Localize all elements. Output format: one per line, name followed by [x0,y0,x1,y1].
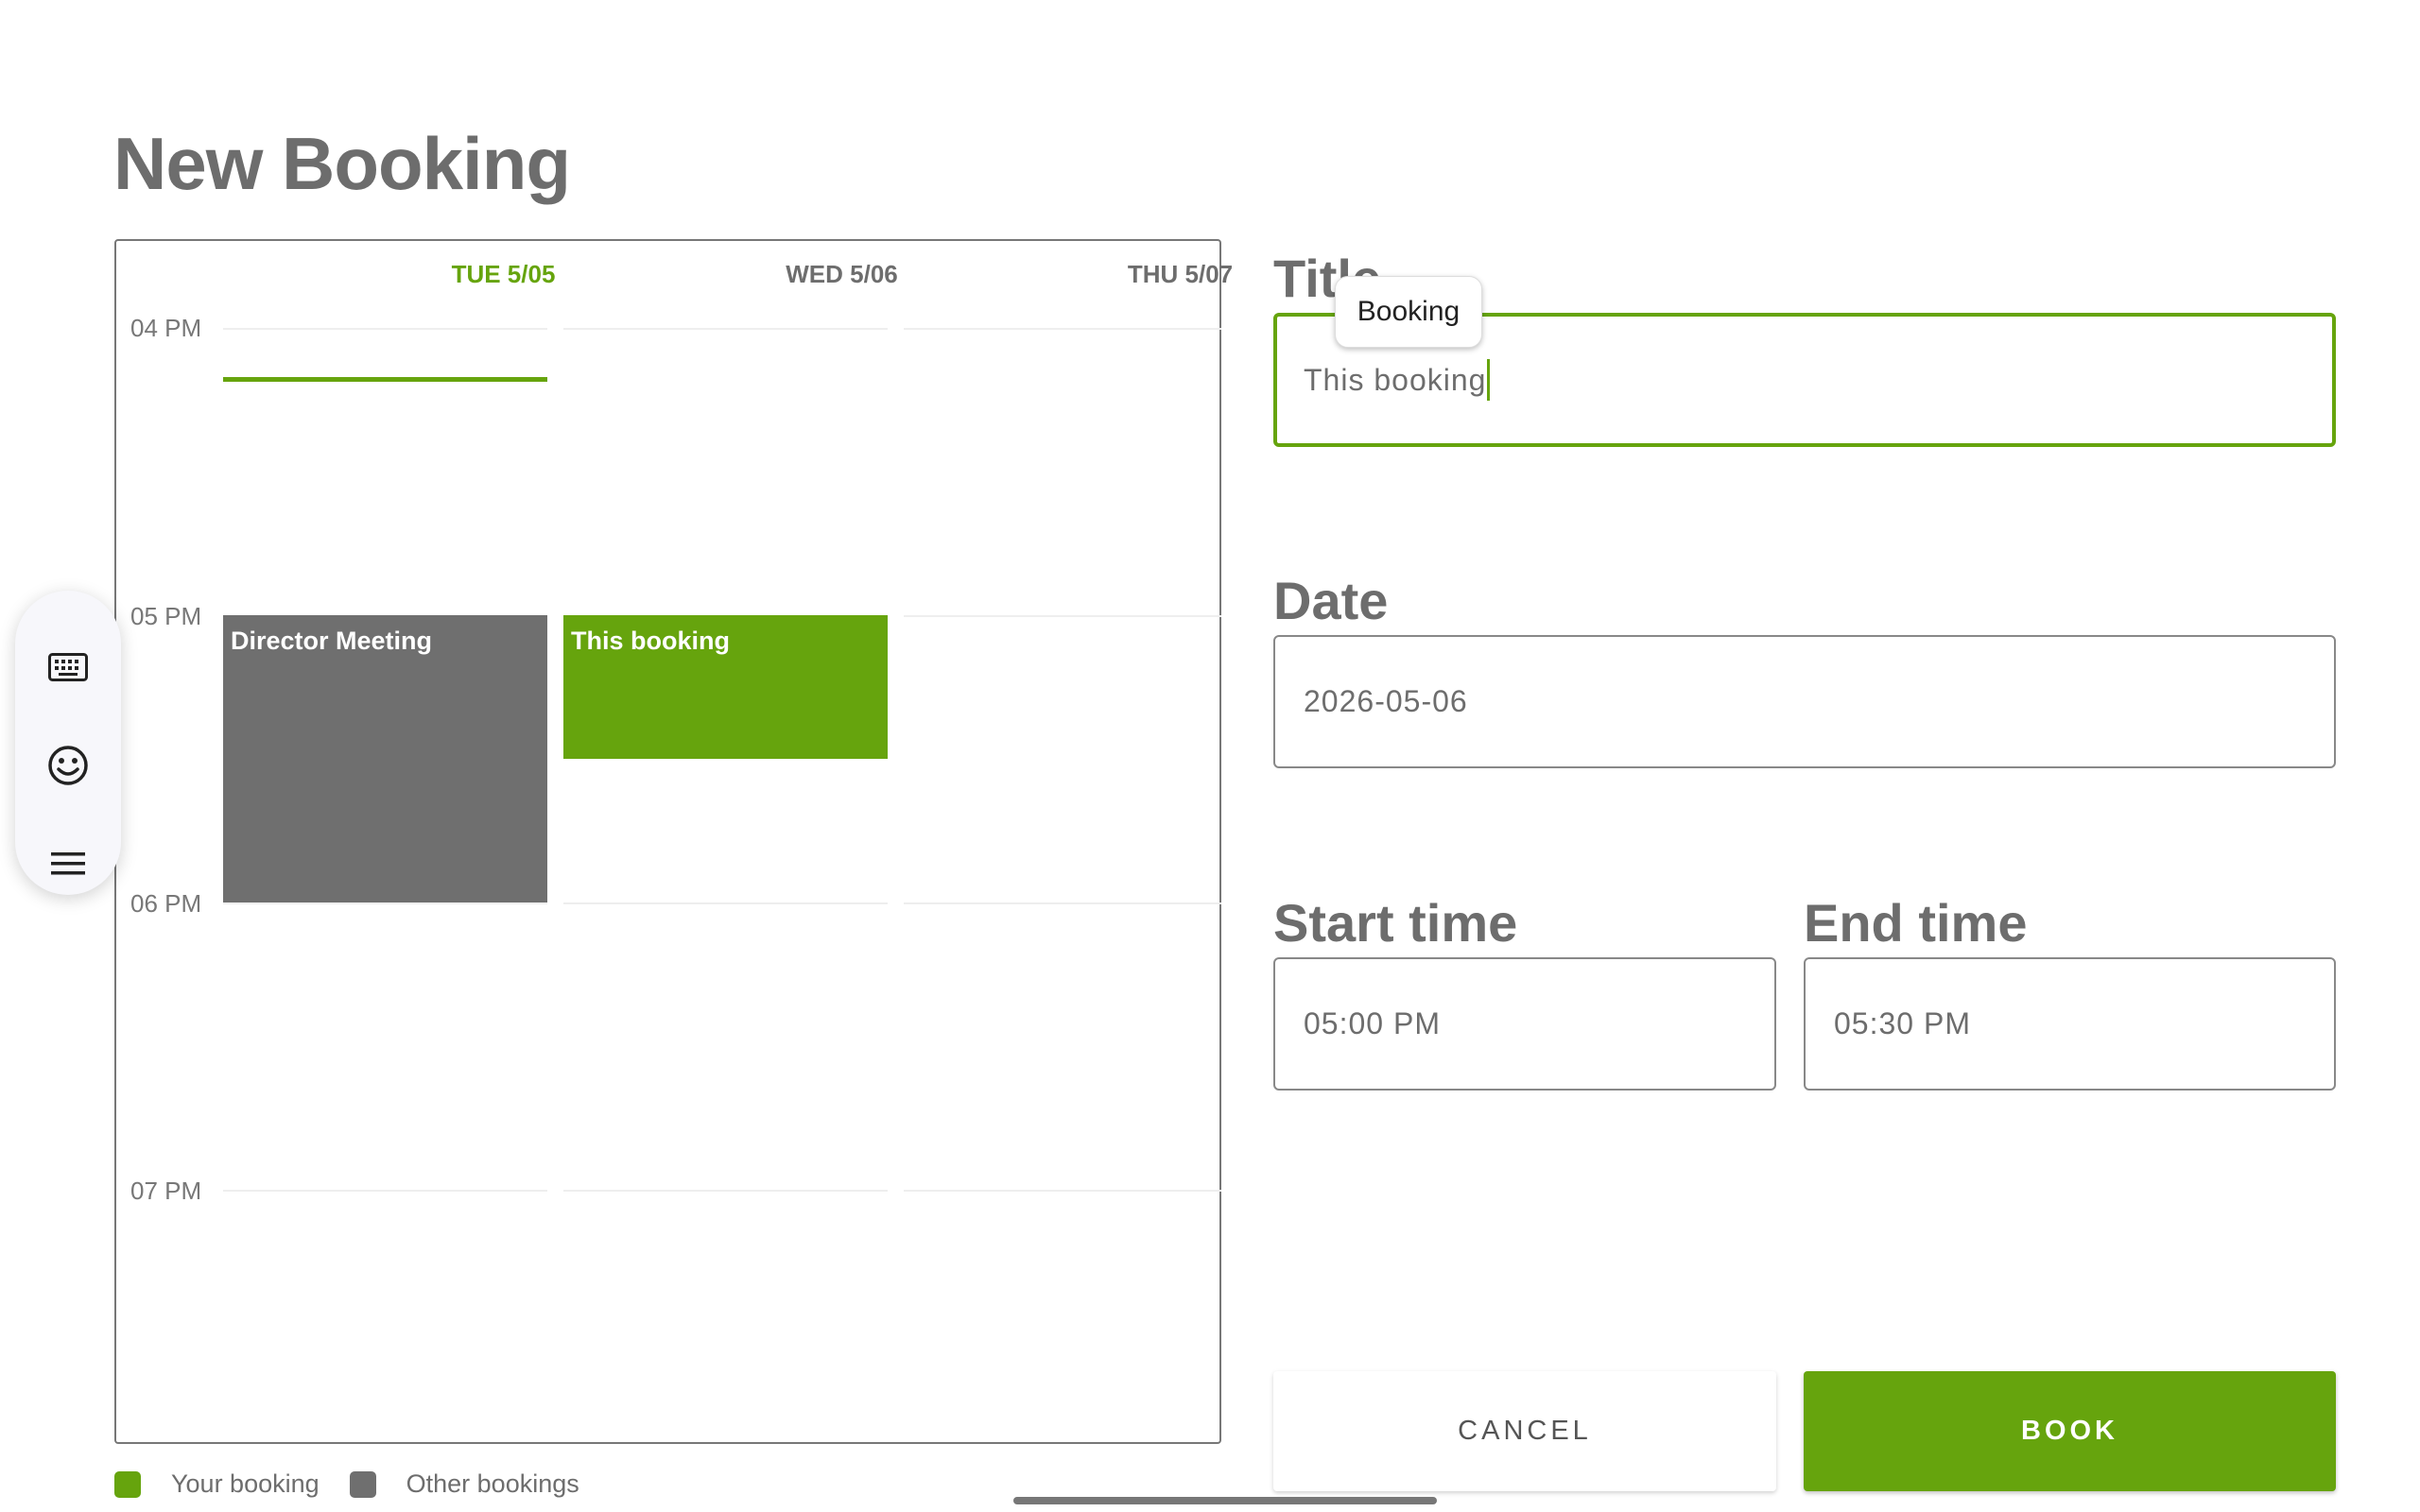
date-field-value: 2026-05-06 [1304,684,1468,718]
calendar-legend: Your booking Other bookings [114,1469,610,1499]
new-booking-screen: New Booking TUE 5/05 WED 5/06 THU 5/07 0… [0,0,2420,1512]
time-label: 07 PM [130,1177,202,1205]
calendar-column-header: WED 5/06 [786,260,898,288]
current-time-indicator [223,377,547,382]
grid-line [904,615,1221,617]
keyboard-icon[interactable] [44,644,92,691]
calendar-column-header: TUE 5/05 [451,260,556,288]
start-time-field[interactable]: 05:00 PM [1273,957,1776,1091]
event-title: Director Meeting [231,627,433,655]
time-label: 06 PM [130,889,202,918]
title-input-value: This booking [1304,362,1487,397]
grid-line [563,1190,888,1192]
grid-line [223,328,547,330]
text-cursor [1487,359,1491,401]
menu-icon[interactable] [44,840,92,887]
page-title: New Booking [113,122,571,205]
grid-line [563,328,888,330]
grid-line [904,328,1221,330]
grid-line [904,902,1221,904]
legend-label-yours: Your booking [171,1469,320,1498]
time-label: 04 PM [130,314,202,342]
floating-input-toolbar [15,591,121,895]
grid-line [223,1190,547,1192]
end-time-label: End time [1804,893,2028,953]
cancel-button[interactable]: CANCEL [1273,1371,1776,1491]
legend-swatch-others [349,1470,376,1498]
legend-label-others: Other bookings [406,1469,579,1498]
grid-line [904,1190,1221,1192]
booking-calendar[interactable]: TUE 5/05 WED 5/06 THU 5/07 04 PM 05 PM 0… [114,239,1233,1444]
end-time-value: 05:30 PM [1834,1006,1971,1040]
legend-swatch-yours [114,1470,141,1498]
end-time-field[interactable]: 05:30 PM [1804,957,2336,1091]
home-indicator[interactable] [1013,1497,1437,1504]
grid-line [223,902,547,904]
start-time-label: Start time [1273,893,1518,953]
time-label: 05 PM [130,602,202,630]
emoji-icon[interactable] [44,742,92,789]
date-field[interactable]: 2026-05-06 [1273,635,2336,768]
start-time-value: 05:00 PM [1304,1006,1441,1040]
grid-line [563,902,888,904]
date-label: Date [1273,571,1389,630]
calendar-event-this-booking[interactable]: This booking [563,615,888,759]
event-title: This booking [571,627,730,655]
book-button[interactable]: BOOK [1804,1371,2336,1491]
autocomplete-suggestion[interactable]: Booking [1335,276,1482,348]
calendar-event-director-meeting[interactable]: Director Meeting [223,615,547,902]
